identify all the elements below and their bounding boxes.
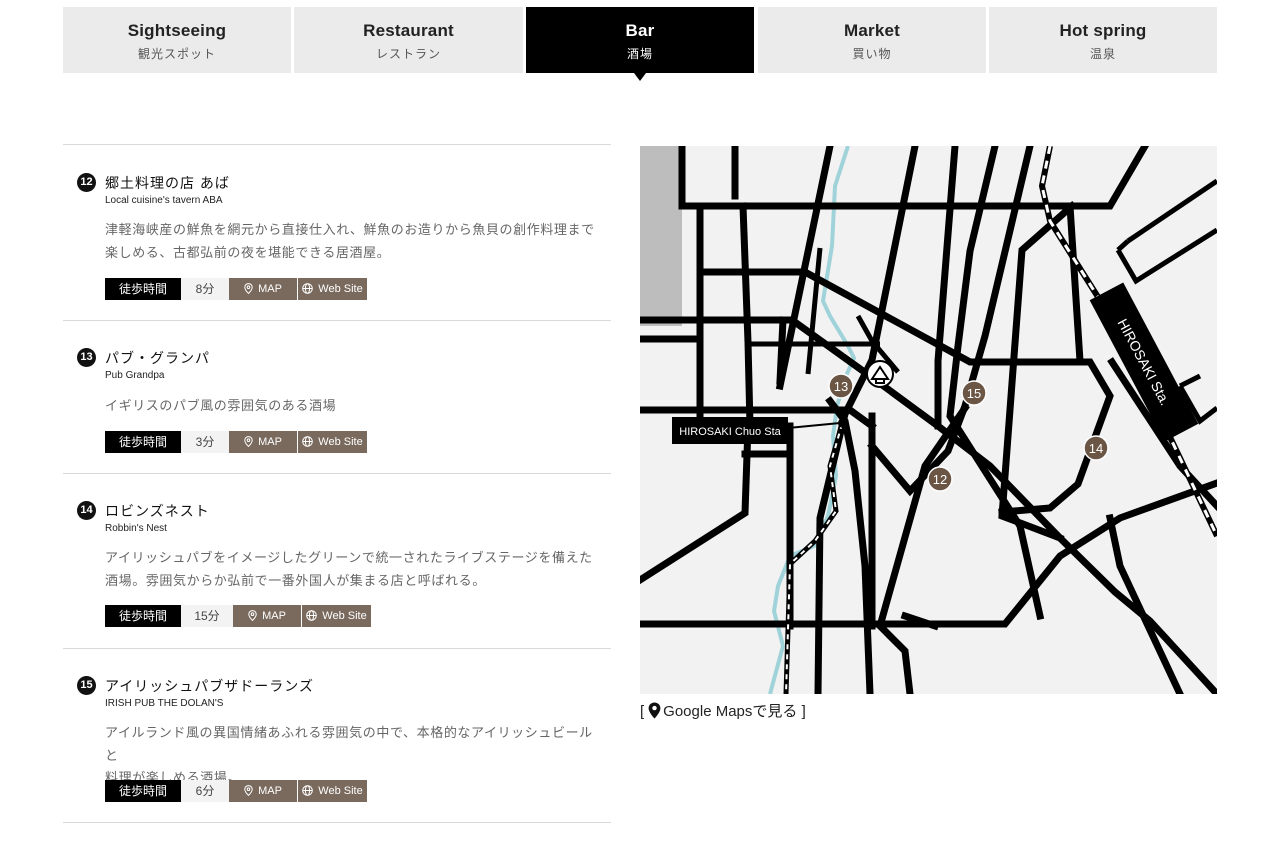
item-name-en: Robbin's Nest xyxy=(105,523,167,534)
map-illustration: HIROSAKI Sta. HIROSAKI Chuo Sta 12 13 14… xyxy=(640,146,1217,694)
marker-label: 15 xyxy=(967,386,981,401)
google-maps-label: Google Mapsで見る xyxy=(663,703,798,720)
website-button[interactable]: Web Site xyxy=(302,605,371,627)
walk-time-label: 徒歩時間 xyxy=(105,431,181,453)
walk-time-value: 8分 xyxy=(181,278,229,300)
walk-time-label: 徒歩時間 xyxy=(105,780,181,802)
map-button[interactable]: MAP xyxy=(229,431,297,453)
item-number-badge: 15 xyxy=(77,676,96,695)
website-button[interactable]: Web Site xyxy=(298,431,367,453)
map-button-label: MAP xyxy=(262,610,286,622)
item-description: アイリッシュパブをイメージしたグリーンで統一されたライブステージを備えた 酒場。… xyxy=(105,547,597,592)
bracket-open: [ xyxy=(640,703,645,720)
website-button[interactable]: Web Site xyxy=(298,278,367,300)
description-line: イギリスのパブ風の雰囲気のある酒場 xyxy=(105,398,337,413)
tab-label-jp: 温泉 xyxy=(1089,47,1116,61)
item-name: アイリッシュパブザドーランズ xyxy=(105,678,315,694)
area-map[interactable]: HIROSAKI Sta. HIROSAKI Chuo Sta 12 13 14… xyxy=(640,146,1217,694)
tab-label-en: Hot spring xyxy=(1059,21,1147,40)
website-button-label: Web Site xyxy=(318,436,363,448)
category-tabs: Sightseeing 観光スポット Restaurant レストラン Bar … xyxy=(63,7,1217,81)
map-button-label: MAP xyxy=(258,283,282,295)
item-name-en: Pub Grandpa xyxy=(105,370,165,381)
website-button[interactable]: Web Site xyxy=(298,780,367,802)
walk-time-value: 3分 xyxy=(181,431,229,453)
tab-label-jp: 買い物 xyxy=(852,47,892,61)
map-button-label: MAP xyxy=(258,785,282,797)
pin-icon xyxy=(244,784,253,796)
website-button-label: Web Site xyxy=(322,610,367,622)
walk-time-value: 6分 xyxy=(181,780,229,802)
item-name-en: IRISH PUB THE DOLAN'S xyxy=(105,698,224,709)
marker-label: 12 xyxy=(933,472,947,487)
tab-label-jp: 観光スポット xyxy=(137,47,216,61)
globe-icon xyxy=(302,435,314,447)
walk-time-value: 15分 xyxy=(181,605,233,627)
map-block xyxy=(640,146,682,326)
item-name: 郷土料理の店 あば xyxy=(105,175,230,191)
tab-hot-spring[interactable]: Hot spring 温泉 xyxy=(989,7,1217,73)
item-description: 津軽海峡産の鮮魚を網元から直接仕入れ、鮮魚のお造りから魚貝の創作料理まで 楽しめ… xyxy=(105,219,597,264)
tab-bar[interactable]: Bar 酒場 xyxy=(526,7,754,81)
walk-time-label: 徒歩時間 xyxy=(105,278,181,300)
marker-14[interactable]: 14 xyxy=(1083,435,1109,461)
tab-market[interactable]: Market 買い物 xyxy=(758,7,986,73)
map-button-label: MAP xyxy=(258,436,282,448)
globe-icon xyxy=(306,609,318,621)
item-number-badge: 12 xyxy=(77,173,96,192)
pin-icon xyxy=(248,609,257,621)
item-name: ロビンズネスト xyxy=(105,503,210,519)
item-name-en: Local cuisine's tavern ABA xyxy=(105,195,223,206)
google-maps-link[interactable]: [ Google Mapsで見る ] xyxy=(640,700,806,721)
tab-restaurant[interactable]: Restaurant レストラン xyxy=(294,7,523,73)
pin-icon xyxy=(244,282,253,294)
website-button-label: Web Site xyxy=(318,785,363,797)
marker-13[interactable]: 13 xyxy=(828,373,854,399)
tab-label-jp: 酒場 xyxy=(626,47,653,61)
description-line: アイリッシュパブをイメージしたグリーンで統一されたライブステージを備えた xyxy=(105,550,593,565)
marker-label: 13 xyxy=(834,379,848,394)
item-number-badge: 14 xyxy=(77,501,96,520)
list-item: 15 アイリッシュパブザドーランズ IRISH PUB THE DOLAN'S … xyxy=(63,648,611,823)
pin-icon xyxy=(244,435,253,447)
marker-label: 14 xyxy=(1089,441,1103,456)
item-name: パブ・グランパ xyxy=(105,350,210,366)
map-button[interactable]: MAP xyxy=(233,605,301,627)
description-line: 津軽海峡産の鮮魚を網元から直接仕入れ、鮮魚のお造りから魚貝の創作料理まで xyxy=(105,222,595,237)
marker-12[interactable]: 12 xyxy=(927,466,953,492)
tab-label-jp: レストラン xyxy=(375,47,441,61)
tab-label-en: Bar xyxy=(625,21,655,40)
item-description: イギリスのパブ風の雰囲気のある酒場 xyxy=(105,395,597,418)
list-item: 12 郷土料理の店 あば Local cuisine's tavern ABA … xyxy=(63,144,611,320)
station-chuo-name: HIROSAKI Chuo Sta xyxy=(679,426,781,438)
description-line: 楽しめる、古都弘前の夜を堪能できる居酒屋。 xyxy=(105,244,391,260)
tab-label-en: Market xyxy=(843,21,900,40)
list-item: 14 ロビンズネスト Robbin's Nest アイリッシュパブをイメージした… xyxy=(63,473,611,648)
tab-label-en: Restaurant xyxy=(363,21,454,40)
landmark-icon xyxy=(866,360,894,388)
description-line: 酒場。雰囲気からか弘前で一番外国人が集まる店と呼ばれる。 xyxy=(105,572,486,588)
description-line: アイルランド風の異国情緒あふれる雰囲気の中で、本格的なアイリッシュビールと xyxy=(105,725,593,763)
tab-sightseeing[interactable]: Sightseeing 観光スポット xyxy=(63,7,291,73)
item-number-badge: 13 xyxy=(77,348,96,367)
website-button-label: Web Site xyxy=(318,283,363,295)
walk-time-label: 徒歩時間 xyxy=(105,605,181,627)
map-button[interactable]: MAP xyxy=(229,278,297,300)
map-button[interactable]: MAP xyxy=(229,780,297,802)
list-item: 13 パブ・グランパ Pub Grandpa イギリスのパブ風の雰囲気のある酒場… xyxy=(63,320,611,473)
map-pin-icon xyxy=(648,702,661,719)
globe-icon xyxy=(302,282,314,294)
tab-label-en: Sightseeing xyxy=(127,21,227,40)
bracket-close: ] xyxy=(801,703,806,720)
station-dot xyxy=(838,418,848,428)
marker-15[interactable]: 15 xyxy=(961,380,987,406)
globe-icon xyxy=(302,784,314,796)
